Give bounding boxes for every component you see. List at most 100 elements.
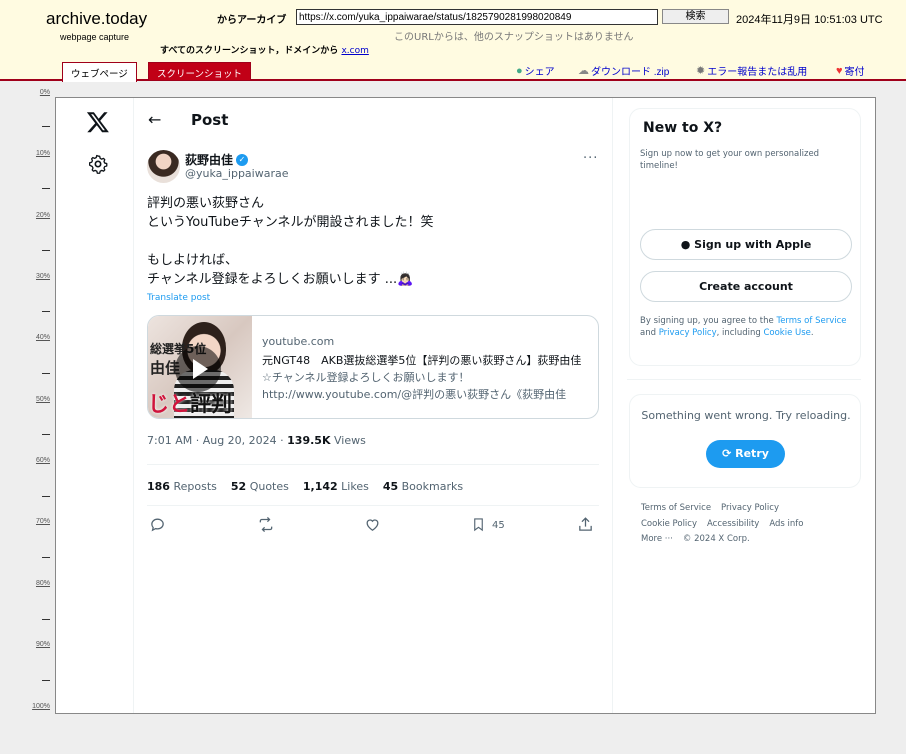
settings-gear-icon[interactable] — [88, 154, 108, 174]
ruler-tick[interactable]: 60% — [36, 457, 50, 464]
ruler-tick[interactable]: 10% — [36, 150, 50, 157]
report-link[interactable]: ✹ エラー報告または乱用 — [696, 63, 807, 78]
divider — [147, 464, 599, 465]
reposts-label: Reposts — [173, 480, 217, 493]
ruler-tick[interactable]: 50% — [36, 396, 50, 403]
card-url-line: http://www.youtube.com/@評判の悪い荻野さん《荻野由佳 — [262, 388, 567, 401]
thumbnail-caption-2: じと評判 — [148, 388, 232, 418]
terms-text: , including — [716, 328, 764, 338]
likes-stat[interactable]: 1,142 Likes — [303, 480, 369, 493]
terms-of-service-link[interactable]: Terms of Service — [776, 316, 846, 326]
refresh-icon: ⟳ — [722, 447, 732, 460]
bookmarks-label: Bookmarks — [401, 480, 464, 493]
display-name[interactable]: 荻野由佳 ✓ — [185, 151, 249, 168]
tab-webpage[interactable]: ウェブページ — [62, 62, 137, 82]
ruler-tick[interactable]: 30% — [36, 273, 50, 280]
tab-screenshot[interactable]: スクリーンショット — [148, 62, 252, 81]
more-options-icon[interactable]: ··· — [583, 151, 598, 166]
footer-cookie-link[interactable]: Cookie Policy — [641, 519, 697, 529]
verified-badge-icon: ✓ — [236, 153, 249, 166]
archive-search-button[interactable]: 検索 — [662, 9, 729, 24]
reply-icon[interactable] — [149, 516, 166, 537]
download-link[interactable]: ☁ ダウンロード .zip — [578, 63, 669, 78]
archive-logo[interactable]: archive.today — [46, 9, 147, 29]
card-description: ☆チャンネル登録よろしくお願いします！ — [262, 371, 470, 384]
ruler-tick[interactable]: 100% — [32, 703, 50, 710]
quotes-label: Quotes — [249, 480, 289, 493]
repost-icon[interactable] — [257, 516, 275, 537]
views-label: Views — [330, 434, 366, 447]
cookie-use-link[interactable]: Cookie Use — [763, 328, 810, 338]
retry-button[interactable]: ⟳ Retry — [706, 440, 785, 468]
footer-privacy-link[interactable]: Privacy Policy — [721, 503, 779, 513]
domain-link[interactable]: x.com — [341, 46, 368, 56]
translate-post-link[interactable]: Translate post — [147, 293, 210, 303]
bookmarks-stat[interactable]: 45 Bookmarks — [383, 480, 463, 493]
archive-url-input[interactable] — [296, 9, 658, 25]
x-logo-icon[interactable] — [86, 110, 110, 134]
like-icon[interactable] — [364, 516, 381, 537]
footer-terms-link[interactable]: Terms of Service — [641, 503, 711, 513]
user-handle[interactable]: @yuka_ippaiwarae — [185, 167, 289, 180]
footer-accessibility-link[interactable]: Accessibility — [707, 519, 759, 529]
ruler-tick[interactable]: 0% — [40, 89, 50, 96]
cloud-download-icon: ☁ — [578, 65, 589, 77]
left-nav — [56, 98, 134, 713]
new-to-x-title: New to X? — [643, 120, 723, 136]
ruler-dash — [42, 680, 50, 681]
ruler-dash — [42, 126, 50, 127]
error-message: Something went wrong. Try reloading. — [641, 409, 851, 422]
ruler-dash — [42, 311, 50, 312]
retry-label: Retry — [735, 447, 769, 460]
heart-icon: ♥ — [836, 64, 843, 77]
archive-header: archive.today webpage capture からアーカイブ 検索… — [0, 0, 906, 82]
sign-up-apple-button[interactable]: ● Sign up with Apple — [640, 229, 852, 260]
ruler-dash — [42, 250, 50, 251]
privacy-policy-link[interactable]: Privacy Policy — [659, 328, 717, 338]
new-to-x-description: Sign up now to get your own personalized… — [640, 149, 820, 171]
ruler-dash — [42, 496, 50, 497]
bookmarks-count: 45 — [382, 480, 399, 493]
bookmark-count: 45 — [492, 520, 505, 531]
post-metadata: 7:01 AM · Aug 20, 2024 · 139.5K Views — [147, 434, 366, 447]
all-screenshots-label: すべてのスクリーンショット，ドメインから — [160, 46, 339, 56]
ruler-tick[interactable]: 80% — [36, 580, 50, 587]
action-bar: 45 — [147, 516, 599, 536]
scroll-ruler: 0% 10% 20% 30% 40% 50% 60% 70% 80% 90% 1… — [0, 86, 52, 716]
likes-count: 1,142 — [302, 480, 338, 493]
captured-page: ← Post 荻野由佳 ✓ @yuka_ippaiwarae ··· 評判の悪い荻… — [55, 97, 876, 714]
ruler-dash — [42, 557, 50, 558]
create-account-button[interactable]: Create account — [640, 271, 852, 302]
avatar[interactable] — [147, 150, 180, 183]
views-count: 139.5K — [287, 434, 331, 447]
donate-label: 寄付 — [844, 67, 865, 78]
quotes-stat[interactable]: 52 Quotes — [231, 480, 289, 493]
play-icon[interactable] — [175, 346, 221, 392]
footer-more-link[interactable]: More ··· — [641, 534, 673, 544]
link-preview-card[interactable]: 総選挙5位 由佳 じと評判 youtube.com 元NGT48 AKB選抜総選挙… — [147, 315, 599, 419]
back-arrow-icon[interactable]: ← — [148, 110, 161, 129]
reposts-stat[interactable]: 186 Reposts — [147, 480, 217, 493]
display-name-text: 荻野由佳 — [185, 153, 234, 167]
apple-icon: ● — [680, 238, 691, 251]
sun-icon: ✹ — [696, 65, 706, 77]
divider — [147, 505, 599, 506]
card-domain: youtube.com — [262, 335, 335, 348]
share-link[interactable]: ● シェア — [516, 63, 555, 79]
archive-logo-subtitle: webpage capture — [60, 32, 130, 42]
ruler-tick[interactable]: 40% — [36, 334, 50, 341]
share-label: シェア — [524, 67, 555, 78]
share-post-icon[interactable] — [577, 516, 594, 537]
post-column: ← Post 荻野由佳 ✓ @yuka_ippaiwarae ··· 評判の悪い荻… — [134, 98, 613, 548]
ruler-tick[interactable]: 70% — [36, 518, 50, 525]
footer-ads-link[interactable]: Ads info — [769, 519, 803, 529]
post-time[interactable]: 7:01 AM · Aug 20, 2024 · — [147, 434, 287, 447]
error-panel: Something went wrong. Try reloading. ⟳ R… — [629, 394, 861, 488]
ruler-tick[interactable]: 90% — [36, 641, 50, 648]
ruler-tick[interactable]: 20% — [36, 212, 50, 219]
donate-link[interactable]: ♥ 寄付 — [836, 63, 865, 79]
bookmark-icon[interactable] — [471, 516, 486, 537]
no-other-snapshots-text: このURLからは、他のスナップショットはありません — [394, 32, 634, 43]
ruler-dash — [42, 188, 50, 189]
likes-label: Likes — [341, 480, 369, 493]
